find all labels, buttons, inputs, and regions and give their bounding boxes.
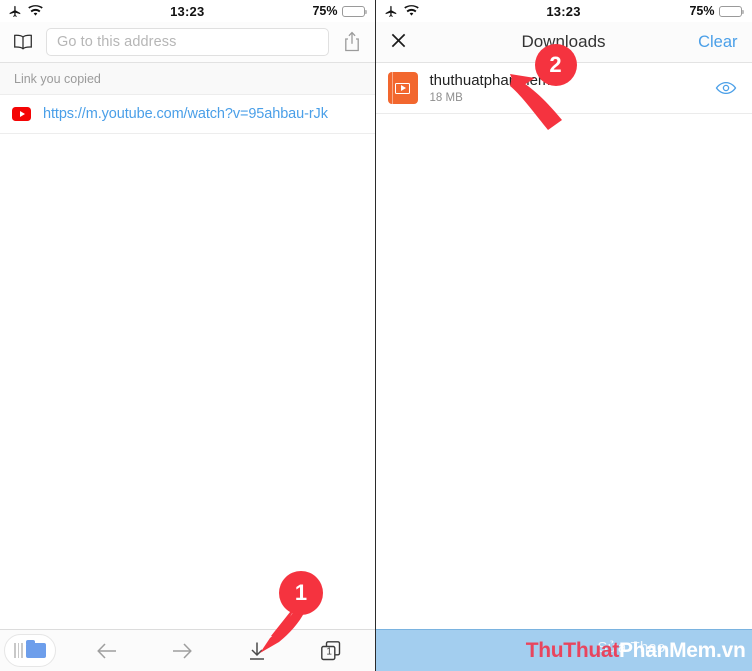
eye-icon[interactable] [714,76,738,100]
watermark-bar: Sửa Thao ThuThuatPhanMem.vn [375,629,752,671]
share-icon[interactable] [339,28,365,56]
status-bar-indicators-right [384,4,419,18]
address-placeholder: Go to this address [57,34,177,50]
close-x-icon[interactable] [390,32,414,53]
folder-library-icon[interactable] [4,634,56,667]
play-glyph [395,82,410,94]
status-bar-right: 13:23 75% [375,0,752,22]
battery-percent-label: 75% [689,4,715,18]
library-lines-decoration [14,643,23,658]
airplane-mode-icon [384,4,398,18]
youtube-icon [12,107,31,121]
wifi-icon [403,5,419,17]
status-bar-battery: 75% [312,4,367,18]
tabs-icon[interactable]: 1 [310,634,352,668]
download-file-name: thuthuatphanmem [429,72,551,89]
download-arrow-icon[interactable] [236,634,278,668]
download-file-meta: thuthuatphanmem 18 MB [430,72,551,104]
video-file-icon [387,72,418,104]
battery-icon [718,5,744,17]
battery-percent-label: 75% [312,4,338,18]
wifi-icon [28,5,43,17]
downloads-screen: 13:23 75% Downloads Clear thuthuatphanme… [375,0,752,671]
watermark-brand-white: PhanMem.vn [618,638,746,662]
open-book-icon[interactable] [10,29,36,55]
tab-count-label: 1 [326,646,332,658]
browser-screen: 13:23 75% Go to this address Link you co… [0,0,376,671]
download-file-size: 18 MB [429,92,463,104]
status-bar-indicators [8,4,43,18]
copied-link-section-header: Link you copied [0,63,375,95]
clear-downloads-button[interactable]: Clear [698,33,737,52]
status-bar-left: 13:23 75% [0,0,375,22]
arrow-left-icon[interactable] [86,634,128,668]
airplane-mode-icon [8,4,22,18]
annotation-badge-2: 2 [534,44,577,86]
watermark-logo: ThuThuatPhanMem.vn [526,639,746,663]
address-bar: Go to this address [0,22,375,63]
toolbar-buttons: 1 [56,634,375,668]
folder-glyph [25,640,46,658]
copied-link-row[interactable]: https://m.youtube.com/watch?v=95ahbau-rJ… [0,95,375,134]
arrow-right-icon[interactable] [161,634,203,668]
copied-link-url[interactable]: https://m.youtube.com/watch?v=95ahbau-rJ… [43,106,328,122]
browser-bottom-toolbar: 1 [0,629,375,671]
battery-icon [341,5,367,17]
dual-screenshot-container: 13:23 75% Go to this address Link you co… [0,0,752,671]
address-input[interactable]: Go to this address [46,28,329,56]
status-bar-battery: 75% [689,4,744,18]
watermark-brand-red: ThuThuat [525,638,620,662]
annotation-badge-1: 1 [279,571,323,615]
